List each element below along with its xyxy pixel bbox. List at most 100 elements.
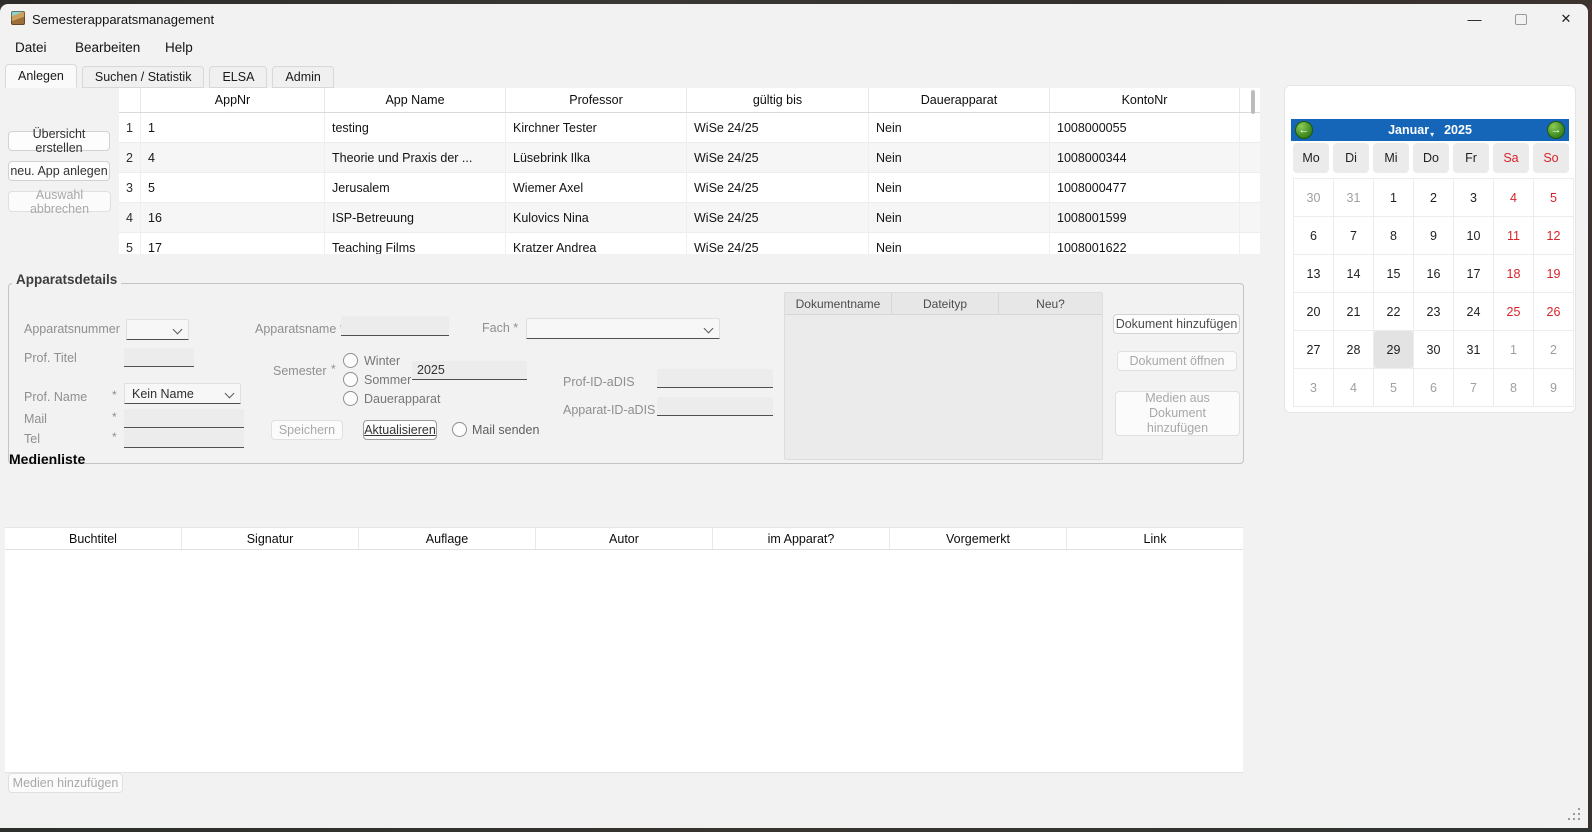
- table-scrollbar[interactable]: [1251, 90, 1255, 114]
- dauerapparat-radio[interactable]: [343, 391, 358, 406]
- speichern-button[interactable]: Speichern: [271, 420, 343, 440]
- calendar-day[interactable]: 1: [1374, 179, 1413, 216]
- neu-app-anlegen-button[interactable]: neu. App anlegen: [8, 161, 110, 181]
- prof-id-adis-input[interactable]: [657, 369, 773, 388]
- aktualisieren-button[interactable]: Aktualisieren: [363, 420, 437, 440]
- apparatsnummer-select[interactable]: [126, 319, 189, 340]
- calendar-day[interactable]: 30: [1414, 331, 1453, 368]
- tab-anlegen[interactable]: Anlegen: [5, 64, 77, 88]
- column-header-link[interactable]: Link: [1067, 528, 1243, 549]
- maximize-button[interactable]: [1498, 4, 1543, 34]
- calendar-year[interactable]: 2025: [1444, 123, 1472, 137]
- calendar-prev-button[interactable]: ←: [1295, 121, 1313, 139]
- column-header-dokumentname[interactable]: Dokumentname: [785, 293, 892, 314]
- calendar-day[interactable]: 18: [1494, 255, 1533, 292]
- column-header-im-apparat[interactable]: im Apparat?: [713, 528, 890, 549]
- prof-titel-input[interactable]: [124, 348, 194, 367]
- column-header-gueltig-bis[interactable]: gültig bis: [687, 88, 869, 112]
- calendar-day[interactable]: 3: [1294, 369, 1333, 406]
- calendar-day[interactable]: 7: [1454, 369, 1493, 406]
- menu-datei[interactable]: Datei: [15, 40, 47, 55]
- column-header-vorgemerkt[interactable]: Vorgemerkt: [890, 528, 1067, 549]
- prof-name-select[interactable]: Kein Name: [124, 383, 241, 404]
- tel-input[interactable]: [124, 429, 244, 448]
- calendar-day[interactable]: 29: [1374, 331, 1413, 368]
- calendar-day[interactable]: 21: [1334, 293, 1373, 330]
- table-row[interactable]: 517Teaching FilmsKratzer AndreaWiSe 24/2…: [119, 233, 1260, 254]
- column-header-dauerapparat[interactable]: Dauerapparat: [869, 88, 1050, 112]
- column-header-auflage[interactable]: Auflage: [359, 528, 536, 549]
- semester-year-input[interactable]: 2025: [412, 361, 527, 380]
- tab-suchen-statistik[interactable]: Suchen / Statistik: [82, 66, 205, 88]
- calendar-day[interactable]: 6: [1414, 369, 1453, 406]
- menu-bearbeiten[interactable]: Bearbeiten: [75, 40, 140, 55]
- calendar-day[interactable]: 25: [1494, 293, 1533, 330]
- close-button[interactable]: ✕: [1544, 4, 1588, 34]
- calendar-day[interactable]: 1: [1494, 331, 1533, 368]
- calendar-day[interactable]: 14: [1334, 255, 1373, 292]
- calendar-day[interactable]: 5: [1534, 179, 1573, 216]
- calendar-day[interactable]: 6: [1294, 217, 1333, 254]
- column-header-buchtitel[interactable]: Buchtitel: [5, 528, 182, 549]
- calendar-day[interactable]: 13: [1294, 255, 1333, 292]
- column-header-neu[interactable]: Neu?: [999, 293, 1102, 314]
- dokument-hinzufuegen-button[interactable]: Dokument hinzufügen: [1113, 314, 1240, 334]
- resize-grip[interactable]: [1578, 818, 1580, 820]
- winter-radio[interactable]: [343, 353, 358, 368]
- calendar-day[interactable]: 9: [1534, 369, 1573, 406]
- dokument-oeffnen-button[interactable]: Dokument öffnen: [1117, 351, 1237, 371]
- calendar-day[interactable]: 7: [1334, 217, 1373, 254]
- apparatsname-input[interactable]: [341, 316, 449, 336]
- document-table[interactable]: Dokumentname Dateityp Neu?: [784, 292, 1103, 460]
- column-header-appnr[interactable]: AppNr: [141, 88, 325, 112]
- calendar-day[interactable]: 9: [1414, 217, 1453, 254]
- calendar-day[interactable]: 8: [1374, 217, 1413, 254]
- calendar-day[interactable]: 20: [1294, 293, 1333, 330]
- column-header-signatur[interactable]: Signatur: [182, 528, 359, 549]
- table-row[interactable]: 416ISP-BetreuungKulovics NinaWiSe 24/25N…: [119, 203, 1260, 233]
- calendar-day[interactable]: 31: [1454, 331, 1493, 368]
- calendar-day[interactable]: 4: [1334, 369, 1373, 406]
- calendar-day[interactable]: 12: [1534, 217, 1573, 254]
- calendar-day[interactable]: 31: [1334, 179, 1373, 216]
- tab-elsa[interactable]: ELSA: [209, 66, 267, 88]
- column-header-app-name[interactable]: App Name: [325, 88, 506, 112]
- calendar-day[interactable]: 3: [1454, 179, 1493, 216]
- table-row[interactable]: 24Theorie und Praxis der ...Lüsebrink Il…: [119, 143, 1260, 173]
- table-row[interactable]: 35JerusalemWiemer AxelWiSe 24/25Nein1008…: [119, 173, 1260, 203]
- mail-senden-checkbox[interactable]: [452, 422, 467, 437]
- menu-help[interactable]: Help: [165, 40, 193, 55]
- calendar-day[interactable]: 11: [1494, 217, 1533, 254]
- calendar-day[interactable]: 4: [1494, 179, 1533, 216]
- minimize-button[interactable]: —: [1452, 4, 1497, 34]
- medien-hinzufuegen-button[interactable]: Medien hinzufügen: [8, 773, 123, 793]
- fach-select[interactable]: [526, 318, 720, 339]
- calendar-day[interactable]: 23: [1414, 293, 1453, 330]
- column-header-professor[interactable]: Professor: [506, 88, 687, 112]
- calendar-day[interactable]: 22: [1374, 293, 1413, 330]
- uebersicht-erstellen-button[interactable]: Übersicht erstellen: [8, 131, 110, 151]
- calendar-day[interactable]: 27: [1294, 331, 1333, 368]
- medien-aus-dokument-button[interactable]: Medien aus Dokument hinzufügen: [1115, 391, 1240, 436]
- calendar-day[interactable]: 15: [1374, 255, 1413, 292]
- calendar-day[interactable]: 24: [1454, 293, 1493, 330]
- calendar-next-button[interactable]: →: [1547, 121, 1565, 139]
- calendar-day[interactable]: 28: [1334, 331, 1373, 368]
- calendar-day[interactable]: 10: [1454, 217, 1493, 254]
- calendar-day[interactable]: 5: [1374, 369, 1413, 406]
- apparat-id-adis-input[interactable]: [657, 397, 773, 416]
- column-header-kontonr[interactable]: KontoNr: [1050, 88, 1240, 112]
- auswahl-abbrechen-button[interactable]: Auswahl abbrechen: [8, 191, 111, 212]
- tab-admin[interactable]: Admin: [272, 66, 333, 88]
- apparat-table[interactable]: AppNr App Name Professor gültig bis Daue…: [119, 88, 1260, 254]
- column-header-autor[interactable]: Autor: [536, 528, 713, 549]
- table-row[interactable]: 11testingKirchner TesterWiSe 24/25Nein10…: [119, 113, 1260, 143]
- column-header-dateityp[interactable]: Dateityp: [892, 293, 999, 314]
- calendar-day[interactable]: 8: [1494, 369, 1533, 406]
- calendar-day[interactable]: 26: [1534, 293, 1573, 330]
- sommer-radio[interactable]: [343, 372, 358, 387]
- mail-input[interactable]: [124, 409, 244, 428]
- calendar-day[interactable]: 30: [1294, 179, 1333, 216]
- calendar-day[interactable]: 17: [1454, 255, 1493, 292]
- calendar-day[interactable]: 2: [1534, 331, 1573, 368]
